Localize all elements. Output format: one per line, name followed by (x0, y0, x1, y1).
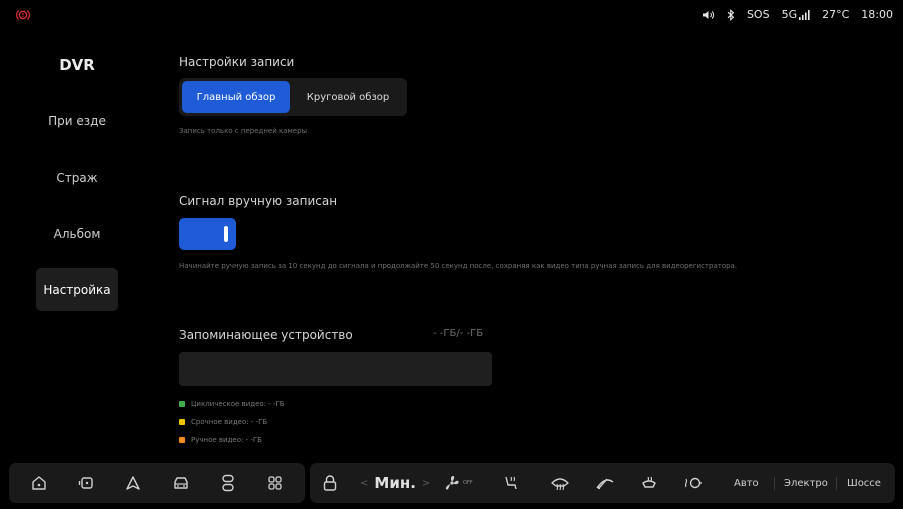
legend-label: Циклическое видео: - -ГБ (191, 400, 285, 408)
nav-item-driving[interactable]: При езде (36, 99, 118, 142)
sos-label[interactable]: SOS (747, 8, 770, 21)
drive-mode-label: Электро (784, 477, 828, 489)
toggle-knob (224, 226, 228, 242)
surround-view-option[interactable]: Круговой обзор (292, 81, 404, 113)
drive-mode-auto[interactable]: Авто (734, 463, 759, 503)
vehicle-icon[interactable] (166, 468, 196, 498)
drive-mode-highway[interactable]: Шоссе (847, 463, 881, 503)
windshield-wiper-icon[interactable] (595, 463, 615, 503)
manual-recording-title: Сигнал вручную записан (179, 194, 338, 208)
storage-usage-bar (179, 352, 492, 386)
app-dock (9, 463, 305, 503)
nav-title: DVR (59, 56, 95, 74)
media-icon[interactable] (213, 468, 243, 498)
network-indicator: 5G (782, 8, 811, 21)
status-bar: SOS 5G 27°C 18:00 (0, 0, 903, 30)
manual-recording-hint: Начинайте ручную запись за 10 секунд до … (179, 262, 738, 270)
fan-speed-control: < Мин. > (360, 463, 430, 503)
legend-emergency-video: Срочное видео: - -ГБ (179, 418, 267, 426)
signal-strength-icon (799, 9, 810, 20)
nav-item-label: Настройка (43, 282, 111, 297)
camera-view-selector: Главный обзор Круговой обзор (179, 78, 407, 116)
manual-recording-toggle[interactable] (179, 218, 236, 250)
nav-item-label: При езде (48, 113, 106, 128)
divider (836, 477, 837, 490)
steering-heat-icon[interactable] (683, 463, 703, 503)
storage-capacity-value: - -ГБ/- -ГБ (433, 328, 484, 339)
clock-label: 18:00 (861, 8, 893, 21)
nav-item-label: Страж (56, 170, 98, 185)
storage-title: Запоминающее устройство (179, 328, 353, 342)
lock-icon[interactable] (322, 463, 338, 503)
climate-bar: < Мин. > OFF Авто Электро Шоссе (310, 463, 895, 503)
front-defrost-icon[interactable] (550, 463, 570, 503)
fan-icon (445, 475, 459, 490)
network-label: 5G (781, 8, 798, 21)
drive-mode-electric[interactable]: Электро (784, 463, 828, 503)
volume-icon[interactable] (702, 10, 715, 20)
navigation-icon[interactable] (118, 468, 148, 498)
emergency-video-color-dot (179, 419, 185, 425)
recording-hint: Запись только с передней камеры (179, 127, 308, 135)
nav-item-guard[interactable]: Страж (36, 156, 118, 199)
fan-increase-button[interactable]: > (422, 478, 430, 489)
main-view-option[interactable]: Главный обзор (182, 81, 290, 113)
seat-heating-icon[interactable] (501, 463, 519, 503)
legend-manual-video: Ручное видео: - -ГБ (179, 436, 262, 444)
manual-video-color-dot (179, 437, 185, 443)
fan-decrease-button[interactable]: < (360, 478, 368, 489)
nav-item-album[interactable]: Альбом (36, 212, 118, 255)
loop-video-color-dot (179, 401, 185, 407)
fan-off-label: OFF (463, 480, 473, 486)
nav-item-settings[interactable]: Настройка (36, 268, 118, 311)
temperature-label: 27°C (822, 8, 850, 21)
legend-label: Ручное видео: - -ГБ (191, 436, 262, 444)
recording-settings-title: Настройки записи (179, 55, 295, 69)
fan-power-button[interactable]: OFF (443, 463, 473, 503)
apps-grid-icon[interactable] (260, 468, 290, 498)
home-icon[interactable] (24, 468, 54, 498)
legend-label: Срочное видео: - -ГБ (191, 418, 268, 426)
legend-loop-video: Циклическое видео: - -ГБ (179, 400, 285, 408)
drive-mode-label: Авто (734, 477, 759, 489)
nav-item-label: Альбом (53, 226, 101, 241)
bluetooth-icon[interactable] (727, 8, 735, 21)
divider (774, 477, 775, 490)
parking-brake-warning-icon (16, 10, 30, 20)
phone-icon[interactable] (71, 468, 101, 498)
drive-mode-label: Шоссе (847, 477, 881, 489)
fan-level-label: Мин. (374, 474, 416, 492)
rear-mirror-heating-icon[interactable] (640, 463, 658, 503)
